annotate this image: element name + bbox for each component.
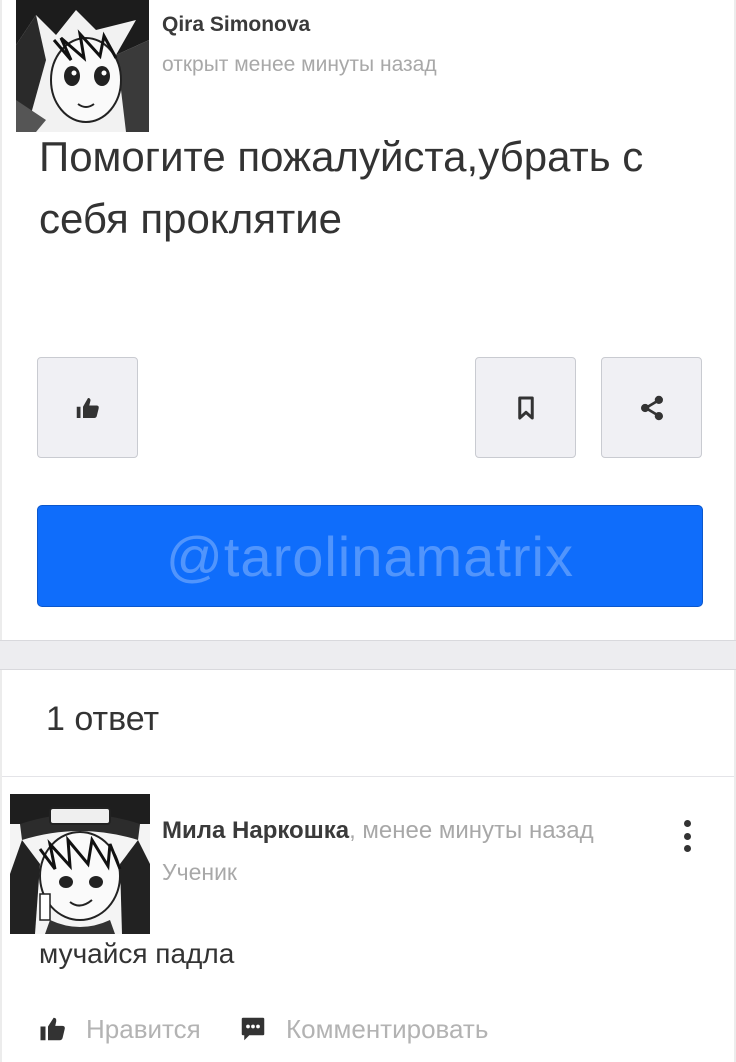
question-author-name[interactable]: Qira Simonova bbox=[162, 13, 310, 37]
like-question-button[interactable] bbox=[37, 357, 138, 458]
thumbs-up-icon bbox=[40, 1017, 65, 1041]
comment-icon bbox=[241, 1017, 265, 1041]
comment-answer-button[interactable]: Комментировать bbox=[238, 1012, 488, 1046]
answer-author-rank: Ученик bbox=[162, 859, 237, 885]
answer-author-avatar[interactable] bbox=[10, 794, 150, 934]
question-author-avatar[interactable] bbox=[16, 0, 149, 132]
like-answer-label: Нравится bbox=[86, 1013, 201, 1044]
page: Qira Simonova открыт менее минуты назад … bbox=[0, 0, 736, 1062]
answer-text: мучайся падла bbox=[39, 938, 235, 969]
share-button[interactable] bbox=[601, 357, 702, 458]
manga-avatar-image bbox=[16, 0, 149, 132]
answer-timestamp: , менее минуты назад bbox=[349, 817, 594, 844]
answer-meta: Мила Наркошка, менее минуты назад bbox=[162, 817, 594, 845]
answer-button[interactable]: @tarolinamatrix bbox=[37, 505, 703, 607]
answers-section: 1 ответ Мила Наркошка, менее минуты наза… bbox=[0, 670, 736, 1062]
bookmark-button[interactable] bbox=[475, 357, 576, 458]
question-card: Qira Simonova открыт менее минуты назад … bbox=[0, 0, 736, 640]
thumbs-up-icon bbox=[76, 397, 99, 418]
answer-author-name[interactable]: Мила Наркошка bbox=[162, 817, 349, 844]
share-icon bbox=[640, 395, 663, 420]
comment-answer-label: Комментировать bbox=[286, 1013, 489, 1044]
watermark-text: @tarolinamatrix bbox=[166, 524, 574, 588]
question-text: Помогите пожалуйста,убрать с себя прокля… bbox=[39, 133, 644, 242]
more-vertical-icon[interactable] bbox=[672, 816, 702, 856]
manga-avatar-image bbox=[10, 794, 150, 934]
like-answer-button[interactable]: Нравится bbox=[38, 1012, 201, 1046]
bookmark-icon bbox=[517, 396, 534, 419]
answers-count: 1 ответ bbox=[46, 700, 160, 738]
answers-divider bbox=[2, 776, 734, 777]
question-timestamp: открыт менее минуты назад bbox=[162, 53, 437, 76]
section-divider bbox=[0, 640, 736, 670]
